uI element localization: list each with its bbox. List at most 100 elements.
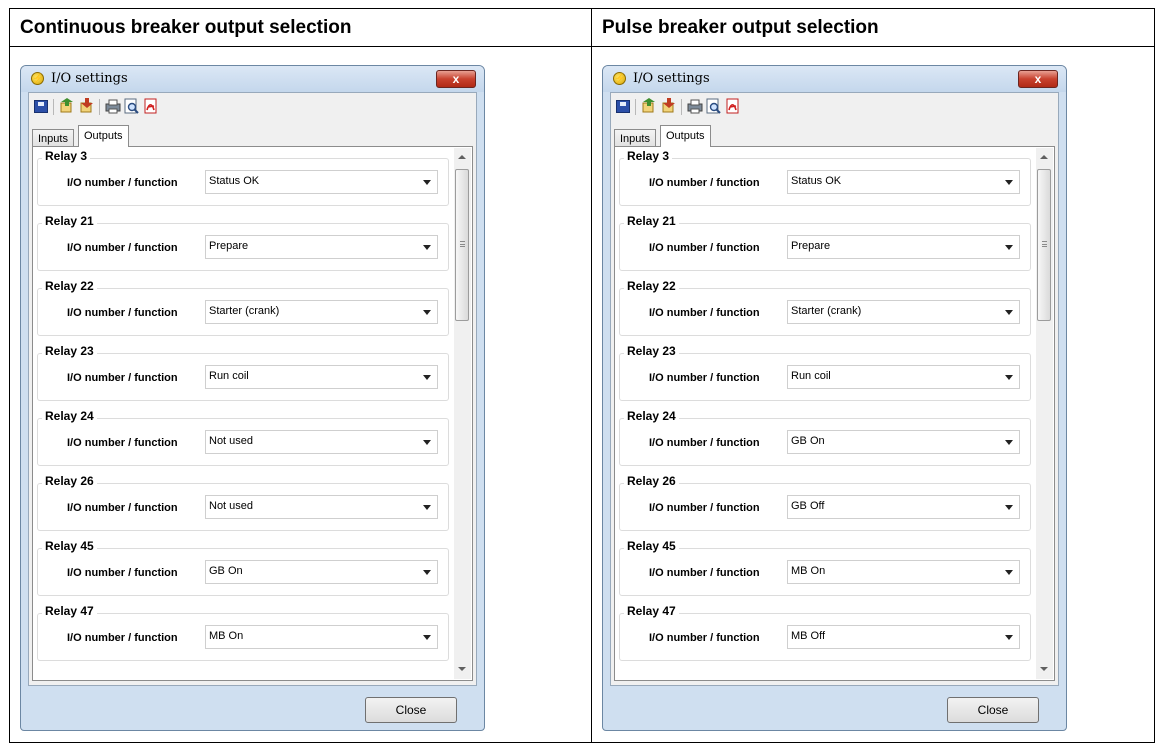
scroll-thumb[interactable] [1037,169,1051,321]
import-icon [642,98,655,113]
io-function-value: GB Off [791,500,825,512]
io-function-value: Not used [209,435,254,447]
relay-name: Relay 24 [42,409,97,423]
window-title: I/O settings [51,71,128,86]
pdf-icon [726,98,739,114]
io-function-dropdown[interactable]: GB On [205,560,438,584]
print-button[interactable] [104,97,122,115]
io-function-dropdown[interactable]: MB On [787,560,1020,584]
toolbar-separator [681,99,682,115]
io-function-dropdown[interactable]: GB On [787,430,1020,454]
io-function-dropdown[interactable]: Starter (crank) [787,300,1020,324]
tab-outputs[interactable]: Outputs [660,125,711,147]
io-function-dropdown[interactable]: MB Off [787,625,1020,649]
continuous-panel: ⚡ I/O settings x Inputs Outputs Relay 3 … [10,47,590,742]
chevron-down-icon[interactable] [1005,505,1013,510]
chevron-down-icon[interactable] [423,505,431,510]
print-icon [105,99,121,114]
chevron-down-icon[interactable] [1005,570,1013,575]
outputs-tab-panel: Relay 3 I/O number / function Status OK … [614,146,1055,681]
io-function-label: I/O number / function [649,632,760,644]
import-button[interactable] [640,97,658,115]
print-preview-icon [706,98,721,114]
chevron-down-icon[interactable] [423,440,431,445]
io-function-dropdown[interactable]: Starter (crank) [205,300,438,324]
io-function-dropdown[interactable]: Status OK [205,170,438,194]
io-settings-window: ⚡ I/O settings x Inputs Outputs Relay 3 … [20,65,485,731]
io-function-label: I/O number / function [67,242,178,254]
pdf-button[interactable] [724,97,742,115]
close-button[interactable]: Close [365,697,457,723]
pdf-button[interactable] [142,97,160,115]
import-button[interactable] [58,97,76,115]
io-function-dropdown[interactable]: Run coil [205,365,438,389]
window-close-button[interactable]: x [1018,70,1058,88]
export-button[interactable] [78,97,96,115]
scroll-down-arrow-icon[interactable] [458,667,466,671]
io-function-dropdown[interactable]: Not used [205,430,438,454]
relay-group: Relay 24 I/O number / function Not used [37,409,451,467]
chevron-down-icon[interactable] [423,570,431,575]
tab-inputs[interactable]: Inputs [614,129,656,147]
print-icon [687,99,703,114]
chevron-down-icon[interactable] [1005,440,1013,445]
window-titlebar[interactable]: ⚡ I/O settings x [603,66,1066,92]
relay-name: Relay 22 [42,279,97,293]
io-function-dropdown[interactable]: Run coil [787,365,1020,389]
io-function-label: I/O number / function [67,567,178,579]
io-function-value: Not used [209,500,254,512]
window-titlebar[interactable]: ⚡ I/O settings x [21,66,484,92]
io-function-value: Run coil [791,370,831,382]
chevron-down-icon[interactable] [1005,310,1013,315]
vertical-scrollbar[interactable] [454,148,471,679]
relay-group: Relay 21 I/O number / function Prepare [619,214,1033,272]
chevron-down-icon[interactable] [1005,375,1013,380]
io-function-label: I/O number / function [649,177,760,189]
chevron-down-icon[interactable] [423,245,431,250]
print-preview-button[interactable] [123,97,141,115]
export-icon [80,98,93,113]
app-icon: ⚡ [31,72,44,85]
io-function-dropdown[interactable]: Prepare [205,235,438,259]
relay-name: Relay 47 [624,604,679,618]
io-function-label: I/O number / function [67,437,178,449]
relay-name: Relay 21 [624,214,679,228]
export-button[interactable] [660,97,678,115]
io-function-dropdown[interactable]: MB On [205,625,438,649]
chevron-down-icon[interactable] [423,180,431,185]
save-button[interactable] [614,97,632,115]
scroll-thumb[interactable] [455,169,469,321]
print-preview-button[interactable] [705,97,723,115]
close-button[interactable]: Close [947,697,1039,723]
scroll-up-arrow-icon[interactable] [1040,155,1048,159]
io-function-dropdown[interactable]: Prepare [787,235,1020,259]
column-title-continuous: Continuous breaker output selection [20,17,352,38]
chevron-down-icon[interactable] [423,375,431,380]
scroll-grip-icon [460,241,465,247]
save-icon [616,100,630,113]
scroll-down-arrow-icon[interactable] [1040,667,1048,671]
io-function-value: Prepare [209,240,249,252]
relay-group: Relay 22 I/O number / function Starter (… [619,279,1033,337]
io-function-dropdown[interactable]: Status OK [787,170,1020,194]
io-function-label: I/O number / function [649,307,760,319]
chevron-down-icon[interactable] [1005,245,1013,250]
save-button[interactable] [32,97,50,115]
scroll-up-arrow-icon[interactable] [458,155,466,159]
io-function-value: Starter (crank) [209,305,280,317]
chevron-down-icon[interactable] [1005,180,1013,185]
chevron-down-icon[interactable] [1005,635,1013,640]
io-function-value: GB On [209,565,243,577]
chevron-down-icon[interactable] [423,310,431,315]
io-function-value: Status OK [209,175,260,187]
io-function-dropdown[interactable]: GB Off [787,495,1020,519]
print-button[interactable] [686,97,704,115]
relay-group: Relay 21 I/O number / function Prepare [37,214,451,272]
close-button-label: Close [977,703,1009,717]
io-function-dropdown[interactable]: Not used [205,495,438,519]
window-close-button[interactable]: x [436,70,476,88]
vertical-scrollbar[interactable] [1036,148,1053,679]
tab-outputs[interactable]: Outputs [78,125,129,147]
chevron-down-icon[interactable] [423,635,431,640]
tab-inputs[interactable]: Inputs [32,129,74,147]
